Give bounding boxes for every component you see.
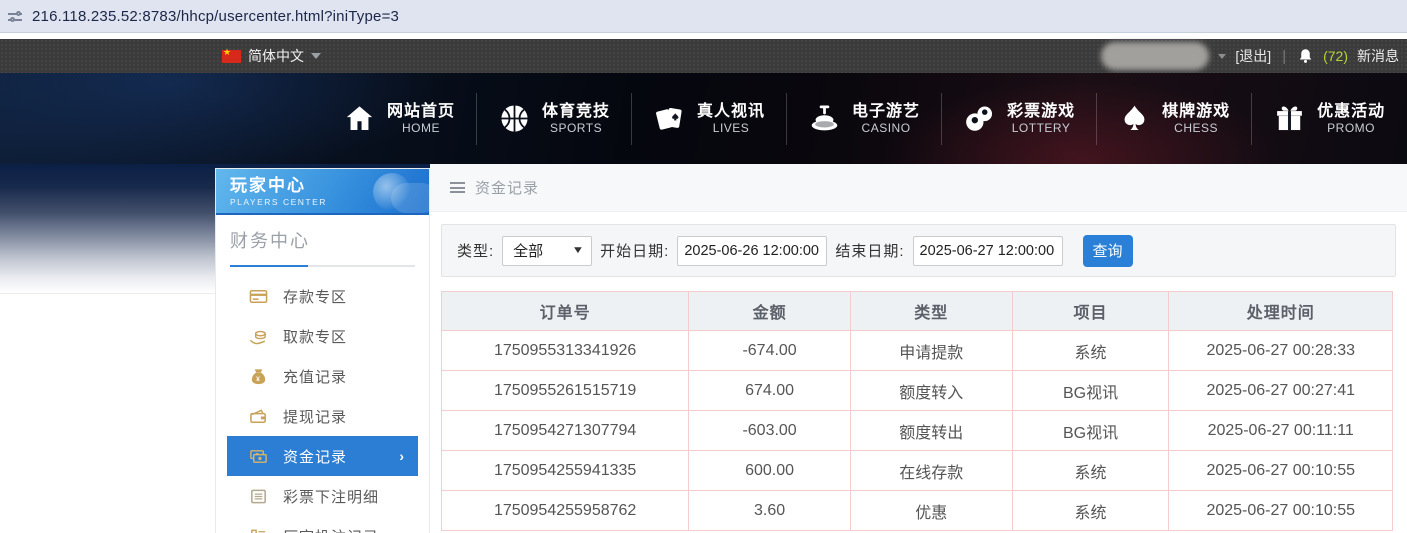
sidebar-menu: 存款专区 取款专区 ¥ 充值记录 <box>216 276 429 533</box>
url-text[interactable]: 216.118.235.52:8783/hhcp/usercenter.html… <box>32 8 399 25</box>
nav-item-lottery[interactable]: 彩票游戏 LOTTERY <box>942 102 1096 136</box>
cards-icon <box>653 102 686 135</box>
withdraw-hand-icon <box>249 327 268 346</box>
query-button[interactable]: 查询 <box>1083 235 1133 267</box>
money-bag-icon: ¥ <box>249 367 268 386</box>
section-title-finance: 财务中心 <box>230 227 415 253</box>
nav-item-chess[interactable]: 棋牌游戏 CHESS <box>1097 102 1251 136</box>
table-row: 1750954255958762 3.60 优惠 系统 2025-06-27 0… <box>442 491 1393 531</box>
col-header-time: 处理时间 <box>1169 292 1393 331</box>
user-menu-chevron-icon[interactable] <box>1218 54 1226 59</box>
table-row: 1750955261515719 674.00 额度转入 BG视讯 2025-0… <box>442 371 1393 411</box>
col-header-item: 项目 <box>1012 292 1169 331</box>
section-underline <box>230 265 415 267</box>
new-messages-link[interactable]: 新消息 <box>1357 46 1399 66</box>
china-flag-icon: ★ <box>222 50 241 63</box>
table-header-row: 订单号 金额 类型 项目 处理时间 <box>442 292 1393 331</box>
end-date-label: 结束日期: <box>835 240 904 261</box>
funds-record-table: 订单号 金额 类型 项目 处理时间 1750955313341926 -674.… <box>441 291 1393 531</box>
col-header-amount: 金额 <box>689 292 851 331</box>
banknotes-icon <box>249 447 268 466</box>
sidebar-item-deposit-zone[interactable]: 存款专区 <box>227 276 418 316</box>
spade-icon <box>1118 102 1151 135</box>
player-center-sidebar: 玩家中心 PLAYERS CENTER 财务中心 存款专区 取款专区 <box>215 168 430 533</box>
nav-item-promo[interactable]: 优惠活动 PROMO <box>1252 102 1406 136</box>
col-header-order-no: 订单号 <box>442 292 689 331</box>
topbar-divider: | <box>1280 48 1288 65</box>
sidebar-item-funds-record[interactable]: 资金记录 › <box>227 436 418 476</box>
filter-bar: 类型: 全部 ▼ 开始日期: 结束日期: 查询 <box>441 224 1396 277</box>
main-navbar: 网站首页 HOME 体育竞技 SPORTS <box>0 73 1407 164</box>
start-date-label: 开始日期: <box>600 240 669 261</box>
chevron-right-icon: › <box>399 448 405 464</box>
col-header-type: 类型 <box>850 292 1012 331</box>
sidebar-header: 玩家中心 PLAYERS CENTER <box>216 169 429 215</box>
table-row: 1750955313341926 -674.00 申请提款 系统 2025-06… <box>442 331 1393 371</box>
message-count-badge[interactable]: (72) <box>1323 48 1348 64</box>
sidebar-item-hall-bet-record[interactable]: 厅室投注记录 <box>227 516 418 533</box>
username-blurred[interactable] <box>1101 42 1209 70</box>
wallet-icon <box>249 407 268 426</box>
browser-address-bar[interactable]: 216.118.235.52:8783/hhcp/usercenter.html… <box>0 0 1407 33</box>
table-row: 1750954271307794 -603.00 额度转出 BG视讯 2025-… <box>442 411 1393 451</box>
start-date-input[interactable] <box>677 236 827 266</box>
nav-item-sports[interactable]: 体育竞技 SPORTS <box>477 102 631 136</box>
select-caret-icon: ▼ <box>572 245 585 256</box>
page-title: 资金记录 <box>475 177 539 198</box>
logout-link[interactable]: [退出] <box>1235 46 1271 66</box>
document-icon <box>249 487 268 506</box>
main-content: 资金记录 类型: 全部 ▼ 开始日期: 结束日期: 查询 订单号 <box>430 164 1407 533</box>
list-record-icon <box>249 527 268 533</box>
type-label: 类型: <box>457 240 494 261</box>
reader-mode-icon[interactable] <box>8 11 22 23</box>
sidebar-item-lottery-bet-detail[interactable]: 彩票下注明细 <box>227 476 418 516</box>
hamburger-icon[interactable] <box>450 182 465 193</box>
sports-icon <box>498 102 531 135</box>
svg-text:¥: ¥ <box>256 375 261 382</box>
end-date-input[interactable] <box>913 236 1063 266</box>
page: 216.118.235.52:8783/hhcp/usercenter.html… <box>0 0 1407 533</box>
breadcrumb: 资金记录 <box>430 164 1407 212</box>
lottery-balls-icon <box>963 102 996 135</box>
language-label: 简体中文 <box>248 46 304 66</box>
site-topbar: ★ 简体中文 [退出] | (72) 新消息 <box>0 39 1407 73</box>
roulette-icon <box>808 102 841 135</box>
nav-item-home[interactable]: 网站首页 HOME <box>322 102 476 136</box>
gift-icon <box>1273 102 1306 135</box>
language-selector[interactable]: ★ 简体中文 <box>222 39 321 73</box>
table-row: 1750954255941335 600.00 在线存款 系统 2025-06-… <box>442 451 1393 491</box>
home-icon <box>343 102 376 135</box>
sidebar-item-withdrawal-record[interactable]: 提现记录 <box>227 396 418 436</box>
bell-icon[interactable] <box>1297 47 1314 65</box>
type-select[interactable]: 全部 ▼ <box>502 236 592 266</box>
sidebar-item-recharge-record[interactable]: ¥ 充值记录 <box>227 356 418 396</box>
nav-item-lives[interactable]: 真人视讯 LIVES <box>632 102 786 136</box>
sidebar-item-withdraw-zone[interactable]: 取款专区 <box>227 316 418 356</box>
chevron-down-icon <box>311 53 321 59</box>
deposit-card-icon <box>249 287 268 306</box>
nav-item-casino[interactable]: 电子游艺 CASINO <box>787 102 941 136</box>
